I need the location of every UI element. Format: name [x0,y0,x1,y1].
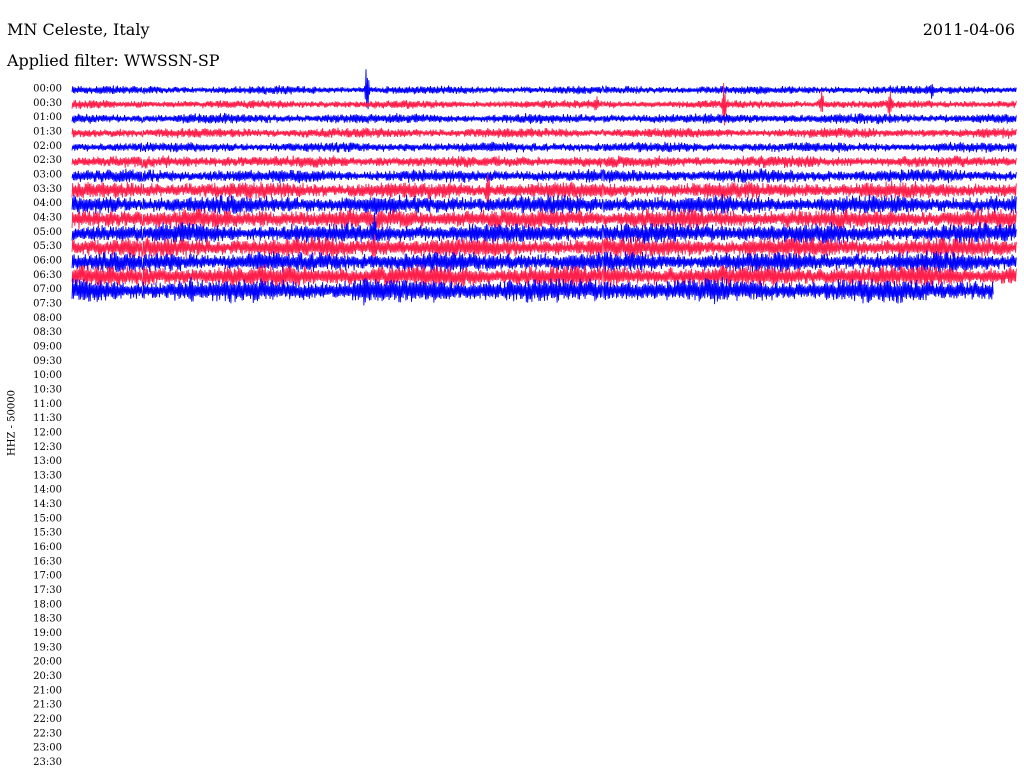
y-tick-label: 15:30 [33,528,62,539]
y-tick-label: 20:00 [33,657,62,668]
trace-line [71,168,1017,184]
y-tick-label: 11:00 [33,399,62,410]
y-tick-label: 21:00 [33,685,62,696]
trace-line [71,112,1017,125]
y-tick-label: 14:00 [33,485,62,496]
y-tick-label: 12:30 [33,442,62,453]
y-tick-label: 16:00 [33,542,62,553]
y-tick-label: 00:30 [33,98,62,109]
y-tick-label: 22:00 [33,714,62,725]
y-tick-label: 09:00 [33,341,62,352]
y-tick-labels: 00:00 00:30 01:00 01:30 02:00 02:30 03:00 03:30… [33,84,62,769]
y-tick-label: 07:00 [33,284,62,295]
y-tick-label: 04:30 [33,212,62,223]
y-tick-label: 21:30 [33,700,62,711]
y-tick-label: 02:00 [33,141,62,152]
y-tick-label: 02:30 [33,155,62,166]
y-tick-label: 17:30 [33,585,62,596]
y-tick-label: 19:00 [33,628,62,639]
trace-line [71,127,1017,139]
y-tick-label: 14:30 [33,499,62,510]
trace-line [71,141,1017,153]
y-tick-label: 03:30 [33,184,62,195]
seismogram-traces [71,69,1017,306]
y-tick-label: 08:30 [33,327,62,338]
y-tick-label: 10:30 [33,384,62,395]
y-tick-label: 06:30 [33,270,62,281]
y-tick-label: 17:00 [33,571,62,582]
y-tick-label: 11:30 [33,413,62,424]
y-tick-label: 22:30 [33,728,62,739]
y-tick-label: 23:00 [33,743,62,754]
y-tick-label: 18:30 [33,614,62,625]
y-tick-label: 05:30 [33,241,62,252]
y-tick-label: 01:30 [33,126,62,137]
y-tick-label: 20:30 [33,671,62,682]
y-tick-label: 01:00 [33,112,62,123]
y-tick-label: 19:30 [33,642,62,653]
y-tick-label: 03:00 [33,169,62,180]
trace-line [71,250,1017,274]
y-tick-label: 16:30 [33,556,62,567]
y-tick-label: 13:30 [33,470,62,481]
y-tick-label: 12:00 [33,427,62,438]
y-tick-label: 10:00 [33,370,62,381]
helicorder-plot: 00:00 00:30 01:00 01:30 02:00 02:30 03:00 03:30… [33,69,1017,769]
y-tick-label: 23:30 [33,757,62,768]
y-tick-label: 15:00 [33,513,62,524]
y-tick-label: 07:30 [33,298,62,309]
y-tick-label: 04:00 [33,198,62,209]
y-tick-label: 08:00 [33,313,62,324]
y-tick-label: 09:30 [33,356,62,367]
y-tick-label: 13:00 [33,456,62,467]
y-tick-label: 00:00 [33,84,62,95]
trace-line [71,155,1017,169]
y-tick-label: 06:00 [33,255,62,266]
y-tick-label: 18:00 [33,599,62,610]
y-tick-label: 05:00 [33,227,62,238]
